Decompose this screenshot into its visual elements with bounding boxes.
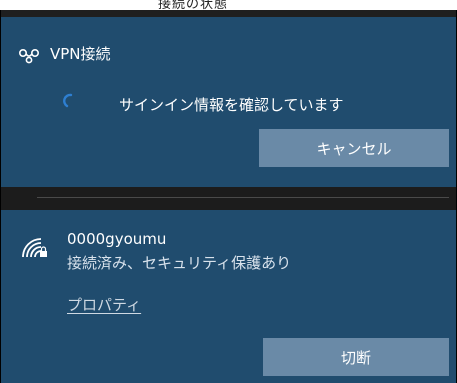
wifi-connection-panel[interactable]: 0000gyoumu 接続済み、セキュリティ保護あり プロパティ 切断 [1,210,456,383]
vpn-title: VPN接続 [50,45,111,63]
section-divider [1,187,456,210]
cancel-button[interactable]: キャンセル [259,129,449,167]
top-cutoff-text-area: 接続の状態 [0,0,457,10]
wifi-status-text: 接続済み、セキュリティ保護あり [67,254,292,272]
divider-line [37,197,449,198]
vpn-status-text: サインイン情報を確認しています [119,96,344,114]
vpn-link-icon [18,48,40,64]
top-cutoff-text: 接続の状態 [158,0,229,10]
properties-link[interactable]: プロパティ [67,294,141,315]
vpn-connection-panel[interactable]: VPN接続 サインイン情報を確認しています キャンセル [1,17,456,187]
wifi-secured-icon [22,238,47,258]
loading-spinner-icon [63,93,73,108]
network-flyout: VPN接続 サインイン情報を確認しています キャンセル 0000gyoumu 接… [0,10,457,383]
wifi-network-name: 0000gyoumu [67,230,167,248]
disconnect-button[interactable]: 切断 [263,338,449,376]
